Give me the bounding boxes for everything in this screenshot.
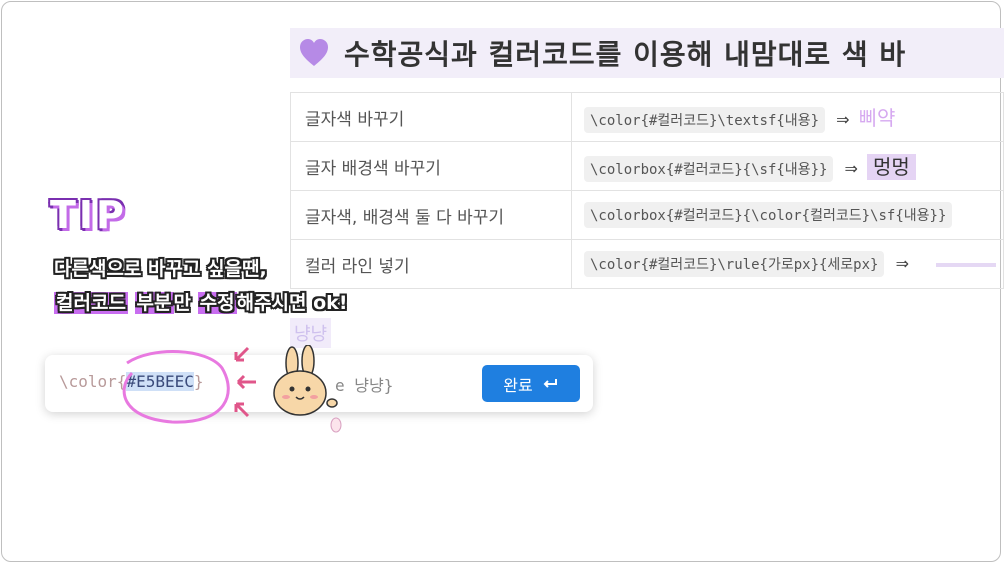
table-row: 글자색 바꾸기 \color{#컬러코드}\textsf{내용} ⇒ 삐약 [290,92,1004,142]
table-row: 글자색, 배경색 둘 다 바꾸기 \colorbox{#컬러코드}{\color… [290,190,1004,240]
table-row: 컬러 라인 넣기 \color{#컬러코드}\rule{가로px}{세로px} … [290,239,1004,289]
row-code-cell: \colorbox{#컬러코드}{\color{컬러코드}\sf{내용}} [571,190,1004,240]
code-snippet: \color{#컬러코드}\rule{가로px}{세로px} [584,251,885,277]
row-label: 글자 배경색 바꾸기 [290,141,572,191]
page-title: 수학공식과 컬러코드를 이용해 내맘대로 색 바 [344,38,907,71]
code-snippet: \colorbox{#컬러코드}{\color{컬러코드}\sf{내용}} [584,202,953,228]
tip-title: TIP [50,193,127,237]
row-label: 글자색 바꾸기 [290,92,572,142]
purple-heart-icon [300,39,328,66]
bunny-sticker [273,345,342,433]
arrow-icon: ⇒ [844,158,858,178]
row-code-cell: \colorbox{#컬러코드}{\sf{내용}} ⇒ 멍멍 [571,141,1004,191]
highlight-part: 부분 [134,292,174,314]
row-code-cell: \color{#컬러코드}\textsf{내용} ⇒ 삐약 [571,92,1004,142]
arrow-icon: ⇒ [836,109,850,129]
example-text: 멍멍 [867,153,916,180]
tip-line-2: 컬러코드 부분 만 수정 해주시면 ok! [54,292,348,314]
enter-icon [543,378,557,388]
formula-table: 글자색 바꾸기 \color{#컬러코드}\textsf{내용} ⇒ 삐약 글자… [290,92,1004,289]
preview-text: 냥냥 [290,318,332,348]
color-rule-example [936,262,997,267]
example-text: 삐약 [858,105,896,130]
code-snippet: \colorbox{#컬러코드}{\sf{내용}} [584,155,834,182]
page-heading: 수학공식과 컬러코드를 이용해 내맘대로 색 바 [290,28,1004,78]
arrow-icon: ⇒ [895,254,909,273]
row-code-cell: \color{#컬러코드}\rule{가로px}{세로px} ⇒ [571,239,1004,289]
done-button[interactable]: 완료 [482,365,580,402]
pink-arrow-icon [234,346,256,418]
table-row: 글자 배경색 바꾸기 \colorbox{#컬러코드}{\sf{내용}} ⇒ 멍… [290,141,1004,191]
row-label: 글자색, 배경색 둘 다 바꾸기 [290,190,572,240]
tip-line-1: 다른색으로 바꾸고 싶을땐, [54,258,267,280]
highlight-circle-annotation [122,350,230,424]
row-label: 컬러 라인 넣기 [290,239,572,289]
highlight-color-code: 컬러코드 [54,292,128,314]
done-label: 완료 [503,375,533,395]
code-snippet: \color{#컬러코드}\textsf{내용} [584,106,825,133]
highlight-edit: 수정 [197,292,237,314]
